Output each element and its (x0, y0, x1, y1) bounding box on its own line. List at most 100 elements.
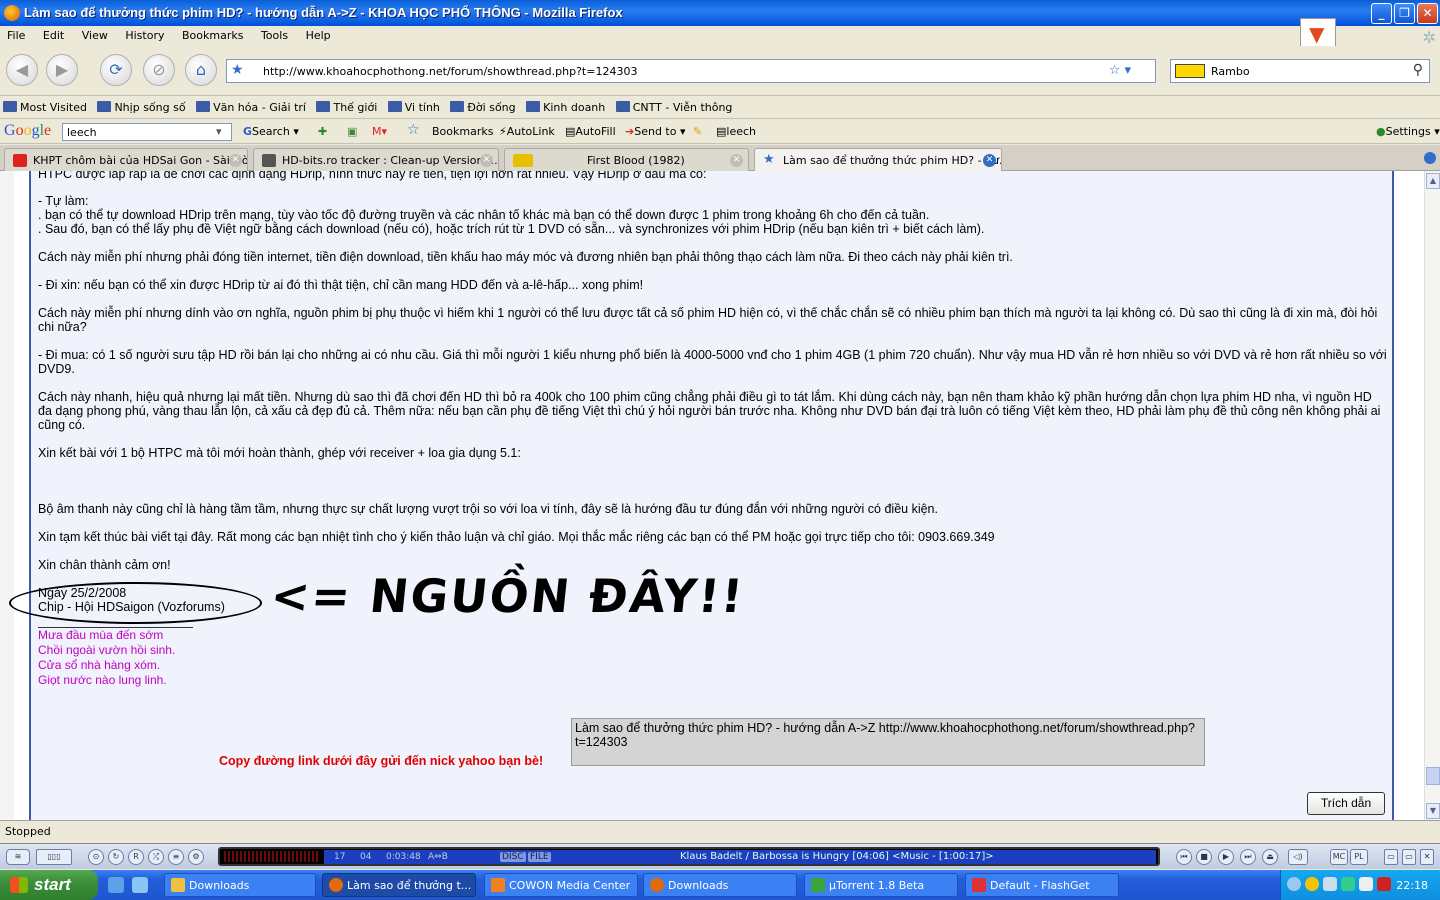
bookmark-vi-tinh[interactable]: Vi tính (385, 97, 444, 114)
gmail-icon[interactable]: M▾ (372, 125, 387, 138)
player-pl-icon[interactable]: PL (1350, 849, 1368, 865)
folder-icon (196, 101, 211, 112)
player-shuffle-icon[interactable]: ⤮ (148, 849, 164, 865)
google-icon-b[interactable]: ▣ (347, 125, 357, 138)
tray-utorrent-icon[interactable] (1341, 877, 1355, 891)
bookmark-most-visited[interactable]: Most Visited (0, 97, 91, 114)
menu-help[interactable]: Help (299, 26, 338, 45)
close-button[interactable]: ✕ (1417, 3, 1438, 24)
url-bar[interactable]: ★ http://www.khoahocphothong.net/forum/s… (226, 59, 1156, 83)
autofill-button[interactable]: ▤AutoFill (565, 125, 616, 138)
search-engine-icon[interactable] (1175, 64, 1205, 78)
eject-icon[interactable]: ⏏ (1262, 849, 1278, 865)
quote-button[interactable]: Trích dẫn (1307, 792, 1385, 815)
player-mc-icon[interactable]: MC (1330, 849, 1348, 865)
back-button[interactable]: ◀ (6, 54, 38, 86)
close-tab-icon[interactable]: ✕ (480, 154, 493, 167)
task-firefox[interactable]: Làm sao để thưởng t... (322, 873, 476, 897)
google-bookmarks-button[interactable]: Bookmarks (432, 125, 493, 138)
player-view-icon[interactable]: ▯▯▯ (36, 849, 72, 865)
vertical-scrollbar[interactable]: ▲ ▼ (1424, 171, 1440, 820)
bookmark-cntt[interactable]: CNTT - Viễn thông (613, 97, 737, 114)
search-bar[interactable]: Rambo ⚲ (1170, 59, 1430, 83)
tray-yahoo-icon[interactable] (1305, 877, 1319, 891)
google-icon-a[interactable]: ✚ (318, 125, 327, 138)
google-search-input[interactable]: leech (62, 123, 232, 141)
tab-khpt[interactable]: KHPT chôm bài của HDSai Gon - Sài Gò... … (4, 148, 248, 171)
player-eq-icon[interactable]: ⊙ (88, 849, 104, 865)
copy-link-textbox[interactable]: Làm sao để thưởng thức phim HD? - hướng … (571, 718, 1205, 766)
task-flashget[interactable]: Default - FlashGet (965, 873, 1119, 897)
task-utorrent[interactable]: µTorrent 1.8 Beta (804, 873, 958, 897)
settings-button[interactable]: ●Settings ▾ (1376, 125, 1440, 138)
bookmark-kinh-doanh[interactable]: Kinh doanh (523, 97, 609, 114)
disc-badge[interactable]: DISC (500, 852, 526, 862)
sendto-button[interactable]: ➔Send to ▾ (625, 125, 686, 138)
player-options-icon[interactable]: ⚙ (188, 849, 204, 865)
google-logo[interactable]: Google (4, 122, 51, 140)
player-minimize-icon[interactable]: ▭ (1384, 849, 1398, 865)
home-button[interactable]: ⌂ (185, 54, 217, 86)
url-text[interactable]: http://www.khoahocphothong.net/forum/sho… (263, 65, 637, 78)
file-badge[interactable]: FILE (528, 852, 551, 862)
tab-first-blood[interactable]: First Blood (1982) ✕ (504, 148, 749, 171)
previous-icon[interactable]: ⏮ (1176, 849, 1192, 865)
bookmark-doi-song[interactable]: Đời sống (447, 97, 519, 114)
rss-icon[interactable]: ☆ ▾ (1109, 63, 1131, 78)
task-label: COWON Media Center (509, 879, 631, 892)
next-icon[interactable]: ⏭ (1240, 849, 1256, 865)
close-tab-icon[interactable]: ✕ (229, 154, 242, 167)
player-playlist-icon[interactable]: ≡ (168, 849, 184, 865)
scroll-up-icon[interactable]: ▲ (1426, 173, 1440, 189)
scroll-thumb[interactable] (1426, 767, 1440, 785)
highlight-icon[interactable]: ✎ (693, 125, 702, 138)
play-pause-icon[interactable]: ▶ (1218, 849, 1234, 865)
task-cowon[interactable]: COWON Media Center (484, 873, 638, 897)
menu-tools[interactable]: Tools (254, 26, 295, 45)
autolink-button[interactable]: ⚡AutoLink (499, 125, 555, 138)
restore-button[interactable]: ❐ (1394, 3, 1415, 24)
bookmark-van-hoa[interactable]: Văn hóa - Giải trí (193, 97, 310, 114)
player-close-icon[interactable]: ✕ (1420, 849, 1434, 865)
tab-current[interactable]: ★ Làm sao để thưởng thức phim HD? - hư..… (754, 148, 1002, 172)
tray-network-icon[interactable] (1323, 877, 1337, 891)
menu-bookmarks[interactable]: Bookmarks (175, 26, 250, 45)
bookmark-nhip-song-so[interactable]: Nhịp sống số (94, 97, 189, 114)
tab-hdbits[interactable]: HD-bits.ro tracker : Clean-up Version :.… (253, 148, 499, 171)
menu-view[interactable]: View (75, 26, 115, 45)
task-downloads-folder[interactable]: Downloads (164, 873, 316, 897)
tab-list-icon[interactable] (1424, 152, 1436, 164)
search-input[interactable]: Rambo (1211, 65, 1250, 78)
player-record-icon[interactable]: R (128, 849, 144, 865)
google-dropdown-icon[interactable]: ▾ (216, 125, 222, 138)
bookmark-the-gioi[interactable]: Thế giới (313, 97, 381, 114)
scroll-down-icon[interactable]: ▼ (1426, 803, 1440, 819)
player-mini-icon[interactable]: ▭ (1402, 849, 1416, 865)
volume-icon[interactable]: ◁) (1288, 849, 1308, 865)
start-button[interactable]: start (0, 870, 98, 900)
site-star-icon[interactable]: ★ (231, 62, 244, 78)
forward-button[interactable]: ▶ (46, 54, 78, 86)
menu-file[interactable]: File (0, 26, 32, 45)
google-search-button[interactable]: GSearch ▾ (243, 125, 299, 138)
bookmarks-star-icon[interactable]: ☆ (407, 122, 420, 138)
tray-antivirus-icon[interactable] (1377, 877, 1391, 891)
reload-button[interactable]: ⟳ (100, 54, 132, 86)
minimize-button[interactable]: _ (1371, 3, 1392, 24)
tray-back-icon[interactable] (1287, 877, 1301, 891)
quicklaunch-messenger-icon[interactable] (132, 877, 148, 893)
stop-icon[interactable]: ■ (1196, 849, 1212, 865)
menu-edit[interactable]: Edit (36, 26, 71, 45)
player-menu-icon[interactable]: ≋ (6, 849, 30, 865)
player-ab-repeat[interactable]: A⇔B (428, 852, 448, 862)
close-tab-icon[interactable]: ✕ (983, 154, 996, 167)
close-tab-icon[interactable]: ✕ (730, 154, 743, 167)
task-downloads-firefox[interactable]: Downloads (643, 873, 797, 897)
menu-history[interactable]: History (118, 26, 171, 45)
stop-button[interactable]: ⊘ (143, 54, 175, 86)
leech-button[interactable]: ▤leech (716, 125, 756, 138)
search-icon[interactable]: ⚲ (1413, 62, 1423, 78)
tray-vietkey-icon[interactable] (1359, 877, 1373, 891)
quicklaunch-ie-icon[interactable] (108, 877, 124, 893)
player-repeat-icon[interactable]: ↻ (108, 849, 124, 865)
